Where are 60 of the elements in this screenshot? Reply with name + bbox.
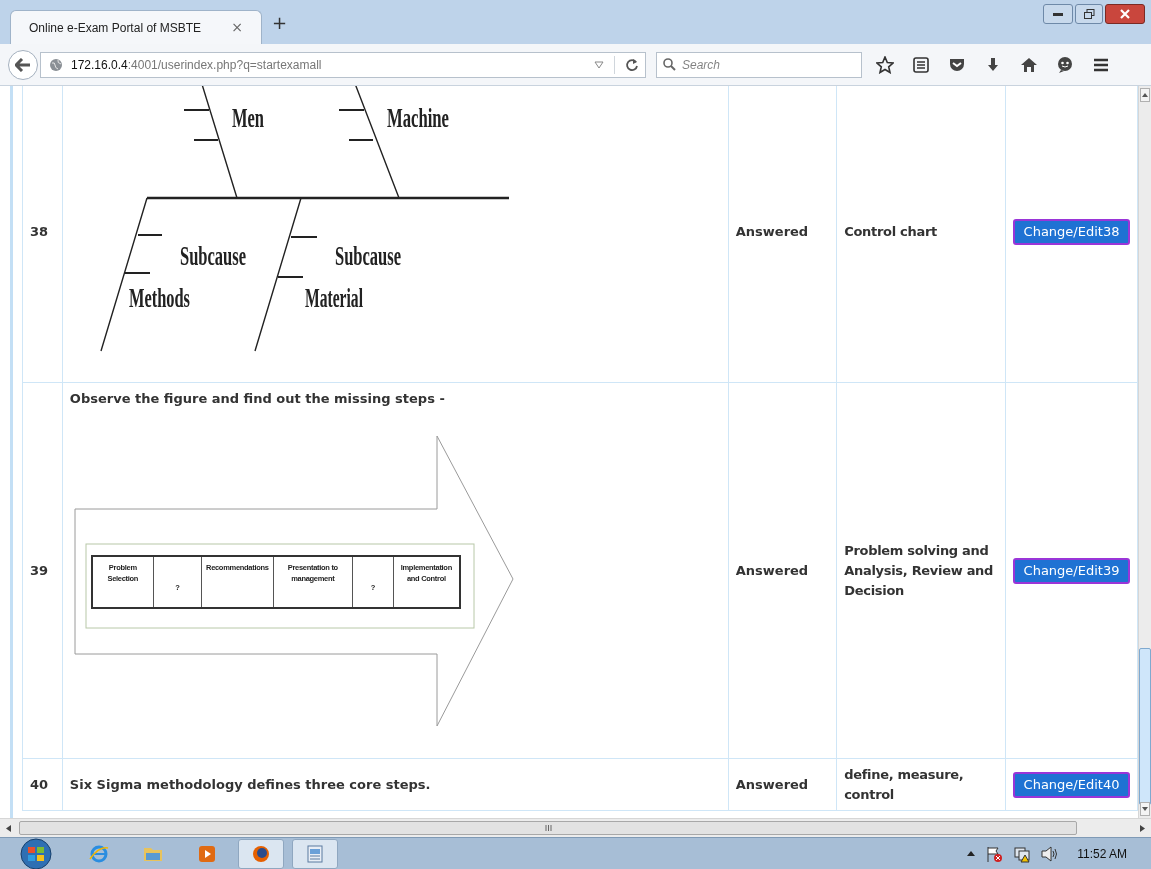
down-arrow-icon bbox=[1142, 807, 1148, 811]
change-edit-button[interactable]: Change/Edit40 bbox=[1013, 771, 1130, 798]
status-text: Answered bbox=[735, 562, 809, 578]
minimize-button[interactable] bbox=[1043, 4, 1073, 24]
question-number: 38 bbox=[30, 223, 49, 239]
restore-icon bbox=[1083, 9, 1095, 19]
diagram-label: Material bbox=[304, 283, 406, 313]
reload-icon[interactable] bbox=[625, 57, 639, 72]
scroll-thumb[interactable] bbox=[19, 821, 1077, 835]
change-edit-button[interactable]: Change/Edit39 bbox=[1013, 557, 1130, 584]
answer-text: Control chart bbox=[844, 222, 938, 241]
address-bar[interactable]: 172.16.0.4:4001/userindex.php?q=startexamall bbox=[40, 51, 646, 78]
back-arrow-icon bbox=[15, 57, 31, 72]
chat-icon[interactable] bbox=[1056, 55, 1074, 74]
scroll-right-icon[interactable] bbox=[1140, 824, 1145, 832]
answer-text: define, measure, control bbox=[844, 765, 965, 804]
status-text: Answered bbox=[735, 776, 809, 792]
restore-button[interactable] bbox=[1075, 4, 1103, 24]
star-icon[interactable] bbox=[876, 55, 894, 74]
change-edit-button[interactable]: Change/Edit38 bbox=[1013, 218, 1130, 245]
search-icon bbox=[663, 58, 676, 71]
close-tab-button[interactable]: × bbox=[231, 17, 243, 38]
network-icon[interactable] bbox=[1013, 844, 1032, 863]
globe-icon bbox=[49, 57, 63, 72]
vertical-scrollbar[interactable] bbox=[1138, 86, 1151, 818]
minimize-icon bbox=[1053, 12, 1063, 16]
close-icon bbox=[1120, 9, 1130, 19]
tab-title: Online e-Exam Portal of MSBTE bbox=[29, 19, 202, 37]
firefox-icon[interactable] bbox=[238, 838, 284, 869]
scroll-down-button[interactable] bbox=[1140, 802, 1150, 816]
question-number: 40 bbox=[30, 776, 49, 792]
question-text: Six Sigma methodology defines three core steps. bbox=[69, 775, 432, 794]
search-input[interactable]: Search bbox=[682, 55, 852, 74]
url-text: 172.16.0.4:4001/userindex.php?q=startexamall bbox=[71, 56, 322, 74]
diagram-label: Machine bbox=[386, 103, 488, 133]
home-icon[interactable] bbox=[1020, 55, 1038, 74]
question-text: Observe the figure and find out the missing steps - bbox=[69, 390, 446, 408]
diagram-label: Subcause bbox=[179, 241, 288, 271]
speaker-icon[interactable] bbox=[1041, 845, 1060, 862]
scroll-left-icon[interactable] bbox=[6, 824, 11, 832]
search-field[interactable]: Search bbox=[656, 51, 862, 78]
back-button[interactable] bbox=[8, 49, 38, 80]
scroll-thumb[interactable] bbox=[1139, 648, 1151, 805]
flag-icon[interactable] bbox=[985, 844, 1004, 863]
diagram-label: Methods bbox=[128, 283, 230, 313]
reading-list-icon[interactable] bbox=[912, 55, 930, 74]
status-text: Answered bbox=[735, 223, 809, 239]
scroll-up-button[interactable] bbox=[1140, 88, 1150, 102]
browser-tab[interactable]: Online e-Exam Portal of MSBTE × bbox=[10, 10, 262, 44]
new-tab-button[interactable]: + bbox=[272, 9, 288, 36]
tray-expand-icon[interactable] bbox=[967, 851, 976, 856]
diagram-label: Subcause bbox=[334, 241, 443, 271]
dropdown-icon[interactable] bbox=[594, 60, 604, 69]
close-window-button[interactable] bbox=[1105, 4, 1145, 24]
answer-text: Problem solving and Analysis, Review and Decision bbox=[844, 541, 995, 600]
clock-time: 11:52 AM bbox=[1077, 845, 1127, 863]
horizontal-scrollbar[interactable] bbox=[0, 818, 1151, 837]
question-number: 39 bbox=[30, 562, 49, 578]
diagram-label: Men bbox=[231, 103, 285, 133]
up-arrow-icon bbox=[1142, 93, 1148, 97]
